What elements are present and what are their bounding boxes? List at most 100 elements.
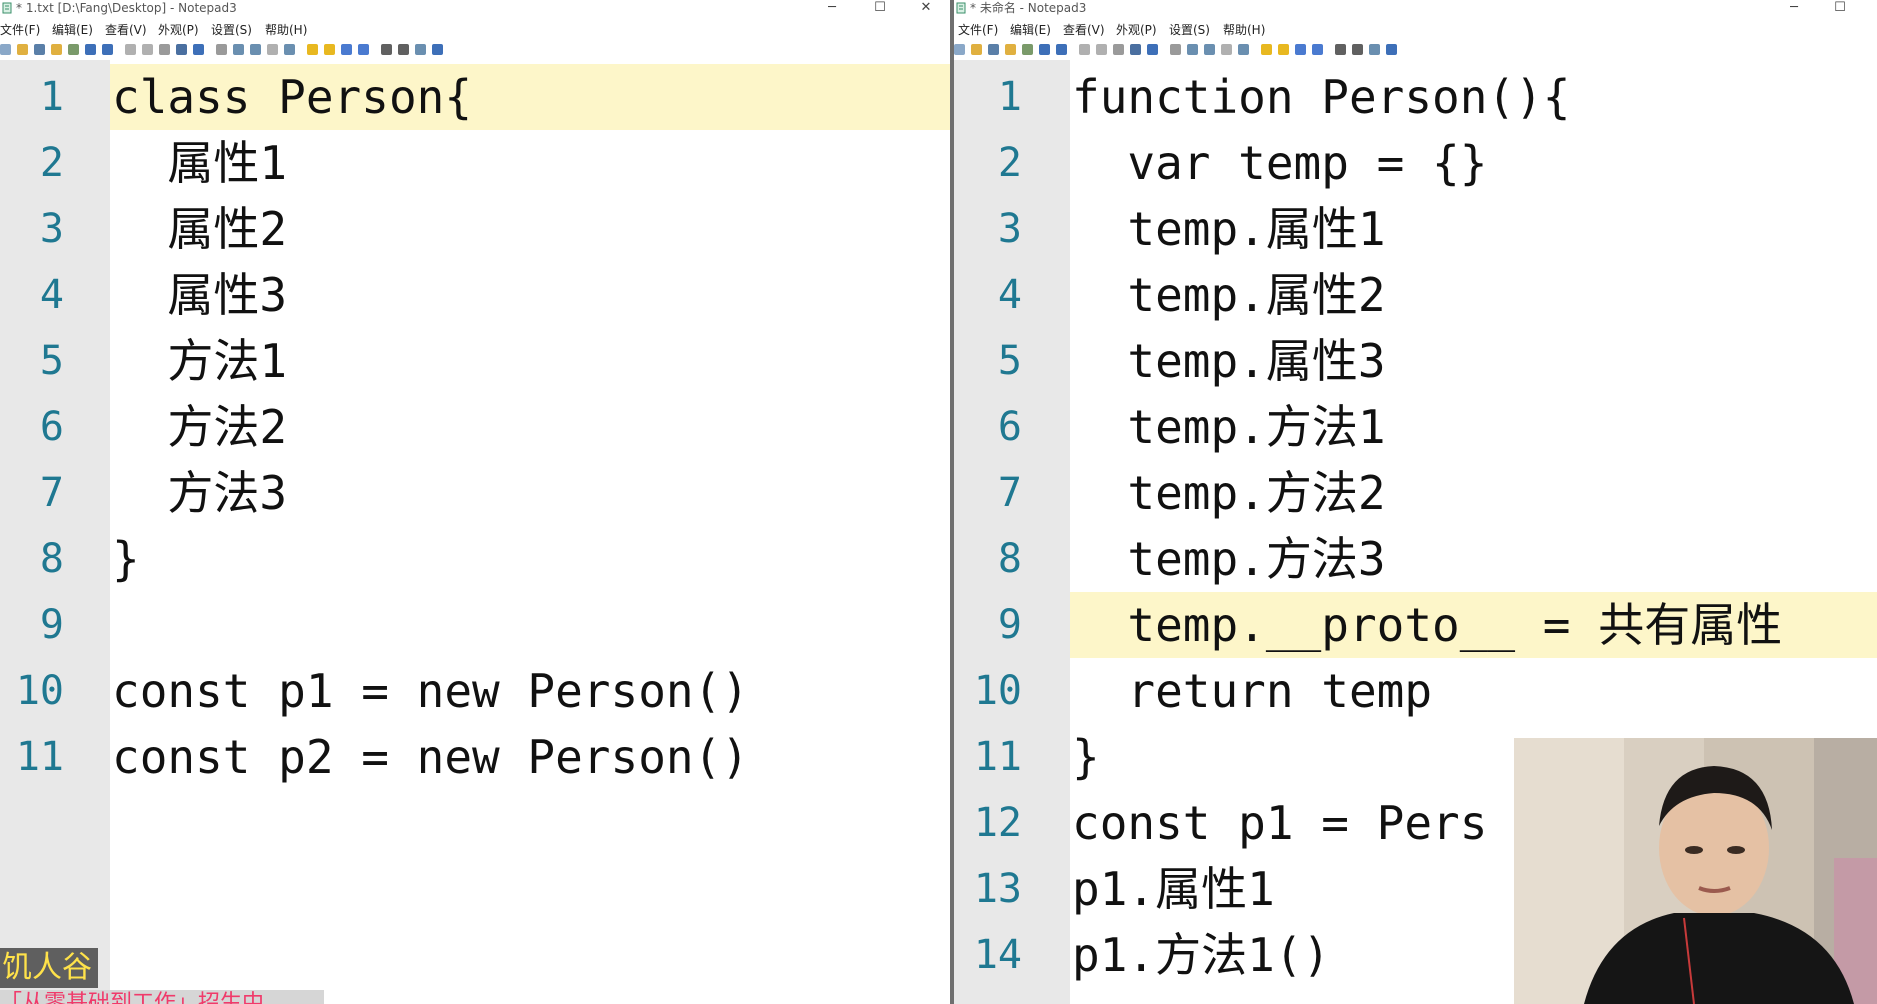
code-text: return temp: [1072, 664, 1433, 718]
code-text: 属性3: [112, 268, 288, 322]
add-favorite-icon[interactable]: [324, 44, 335, 55]
save-as-icon[interactable]: [1005, 44, 1016, 55]
zoom-icon[interactable]: [1187, 44, 1198, 55]
export-icon[interactable]: [1369, 44, 1380, 55]
notepad-app-icon: [2, 2, 12, 14]
find-icon[interactable]: [1130, 44, 1141, 55]
menu-item[interactable]: 帮助(H): [1223, 21, 1265, 39]
cut-icon[interactable]: [1079, 44, 1090, 55]
view-icon[interactable]: [1335, 44, 1346, 55]
add-favorite-icon[interactable]: [1278, 44, 1289, 55]
code-line: 3 属性2: [0, 196, 950, 262]
code-text: temp.属性1: [1072, 202, 1386, 256]
menu-item[interactable]: 编辑(E): [1010, 21, 1051, 39]
panel-icon[interactable]: [1352, 44, 1363, 55]
wordwrap-icon[interactable]: [1204, 44, 1215, 55]
code-line: 5 方法1: [0, 328, 950, 394]
panel-icon[interactable]: [398, 44, 409, 55]
code-text: 方法1: [112, 334, 288, 388]
replace-icon[interactable]: [1147, 44, 1158, 55]
print-icon[interactable]: [68, 44, 79, 55]
menu-item[interactable]: 设置(S): [1169, 21, 1210, 39]
code-line: 2 属性1: [0, 130, 950, 196]
code-text: var temp = {}: [1072, 136, 1488, 190]
undo-icon[interactable]: [1039, 44, 1050, 55]
paste-icon[interactable]: [1113, 44, 1124, 55]
menu-item[interactable]: 帮助(H): [265, 21, 307, 39]
redo-icon[interactable]: [1056, 44, 1067, 55]
goto-icon[interactable]: [216, 44, 227, 55]
save-icon[interactable]: [34, 44, 45, 55]
print-icon[interactable]: [1022, 44, 1033, 55]
code-text: }: [112, 532, 140, 586]
paste-icon[interactable]: [159, 44, 170, 55]
watermark-banner-text: 「从零基础到工作」招生中: [0, 990, 324, 1004]
find-next-icon[interactable]: [1238, 44, 1249, 55]
right-menubar: 文件(F) 编辑(E) 查看(V) 外观(P) 设置(S) 帮助(H): [954, 21, 1877, 39]
maximize-button[interactable]: ☐: [858, 0, 902, 16]
favorite-icon[interactable]: [1261, 44, 1272, 55]
left-editor[interactable]: 1 class Person{2 属性1 3 属性2 4 属性3 5 方法1 6 方法2 7…: [0, 60, 950, 1004]
code-line: 9 temp.__proto__ = 共有属性: [954, 592, 1877, 658]
line-number: 5: [39, 338, 64, 384]
lock-icon[interactable]: [1221, 44, 1232, 55]
close-button[interactable]: ✕: [904, 0, 948, 16]
code-text: p1.属性1: [1072, 862, 1275, 916]
line-number: 11: [15, 734, 64, 780]
menu-item[interactable]: 外观(P): [1116, 21, 1157, 39]
minimize-button[interactable]: ─: [810, 0, 854, 16]
find-icon[interactable]: [176, 44, 187, 55]
right-titlebar[interactable]: * 未命名 - Notepad3 ─ ☐: [954, 0, 1877, 16]
copy-icon[interactable]: [1096, 44, 1107, 55]
goto-icon[interactable]: [1170, 44, 1181, 55]
copy-icon[interactable]: [142, 44, 153, 55]
zoom-in-icon[interactable]: [341, 44, 352, 55]
open-folder-icon[interactable]: [971, 44, 982, 55]
menu-item[interactable]: 文件(F): [0, 21, 40, 39]
view-icon[interactable]: [381, 44, 392, 55]
line-number: 9: [39, 602, 64, 648]
line-number: 14: [973, 932, 1022, 978]
line-number: 2: [997, 140, 1022, 186]
code-line: 2 var temp = {}: [954, 130, 1877, 196]
menu-item[interactable]: 设置(S): [211, 21, 252, 39]
menu-item[interactable]: 文件(F): [958, 21, 998, 39]
find-next-icon[interactable]: [284, 44, 295, 55]
line-number: 2: [39, 140, 64, 186]
line-number: 11: [973, 734, 1022, 780]
menu-item[interactable]: 查看(V): [1063, 21, 1105, 39]
maximize-button[interactable]: ☐: [1818, 0, 1862, 16]
minimize-button[interactable]: ─: [1772, 0, 1816, 16]
code-line: 9: [0, 592, 950, 658]
zoom-out-icon[interactable]: [358, 44, 369, 55]
line-number: 9: [997, 602, 1022, 648]
save-icon[interactable]: [988, 44, 999, 55]
redo-icon[interactable]: [102, 44, 113, 55]
wordwrap-icon[interactable]: [250, 44, 261, 55]
code-line: 6 方法2: [0, 394, 950, 460]
help-icon[interactable]: [1386, 44, 1397, 55]
code-line: 3 temp.属性1: [954, 196, 1877, 262]
menu-item[interactable]: 查看(V): [105, 21, 147, 39]
line-number: 10: [973, 668, 1022, 714]
open-folder-icon[interactable]: [17, 44, 28, 55]
export-icon[interactable]: [415, 44, 426, 55]
left-titlebar[interactable]: * 1.txt [D:\Fang\Desktop] - Notepad3 ─ ☐…: [0, 0, 950, 16]
new-file-icon[interactable]: [0, 44, 11, 55]
menu-item[interactable]: 编辑(E): [52, 21, 93, 39]
line-number: 4: [997, 272, 1022, 318]
replace-icon[interactable]: [193, 44, 204, 55]
zoom-in-icon[interactable]: [1295, 44, 1306, 55]
menu-item[interactable]: 外观(P): [158, 21, 199, 39]
undo-icon[interactable]: [85, 44, 96, 55]
lock-icon[interactable]: [267, 44, 278, 55]
new-file-icon[interactable]: [954, 44, 965, 55]
favorite-icon[interactable]: [307, 44, 318, 55]
code-text: 方法3: [112, 466, 288, 520]
zoom-out-icon[interactable]: [1312, 44, 1323, 55]
cut-icon[interactable]: [125, 44, 136, 55]
help-icon[interactable]: [432, 44, 443, 55]
zoom-icon[interactable]: [233, 44, 244, 55]
code-line: 1 function Person(){: [954, 64, 1877, 130]
save-as-icon[interactable]: [51, 44, 62, 55]
